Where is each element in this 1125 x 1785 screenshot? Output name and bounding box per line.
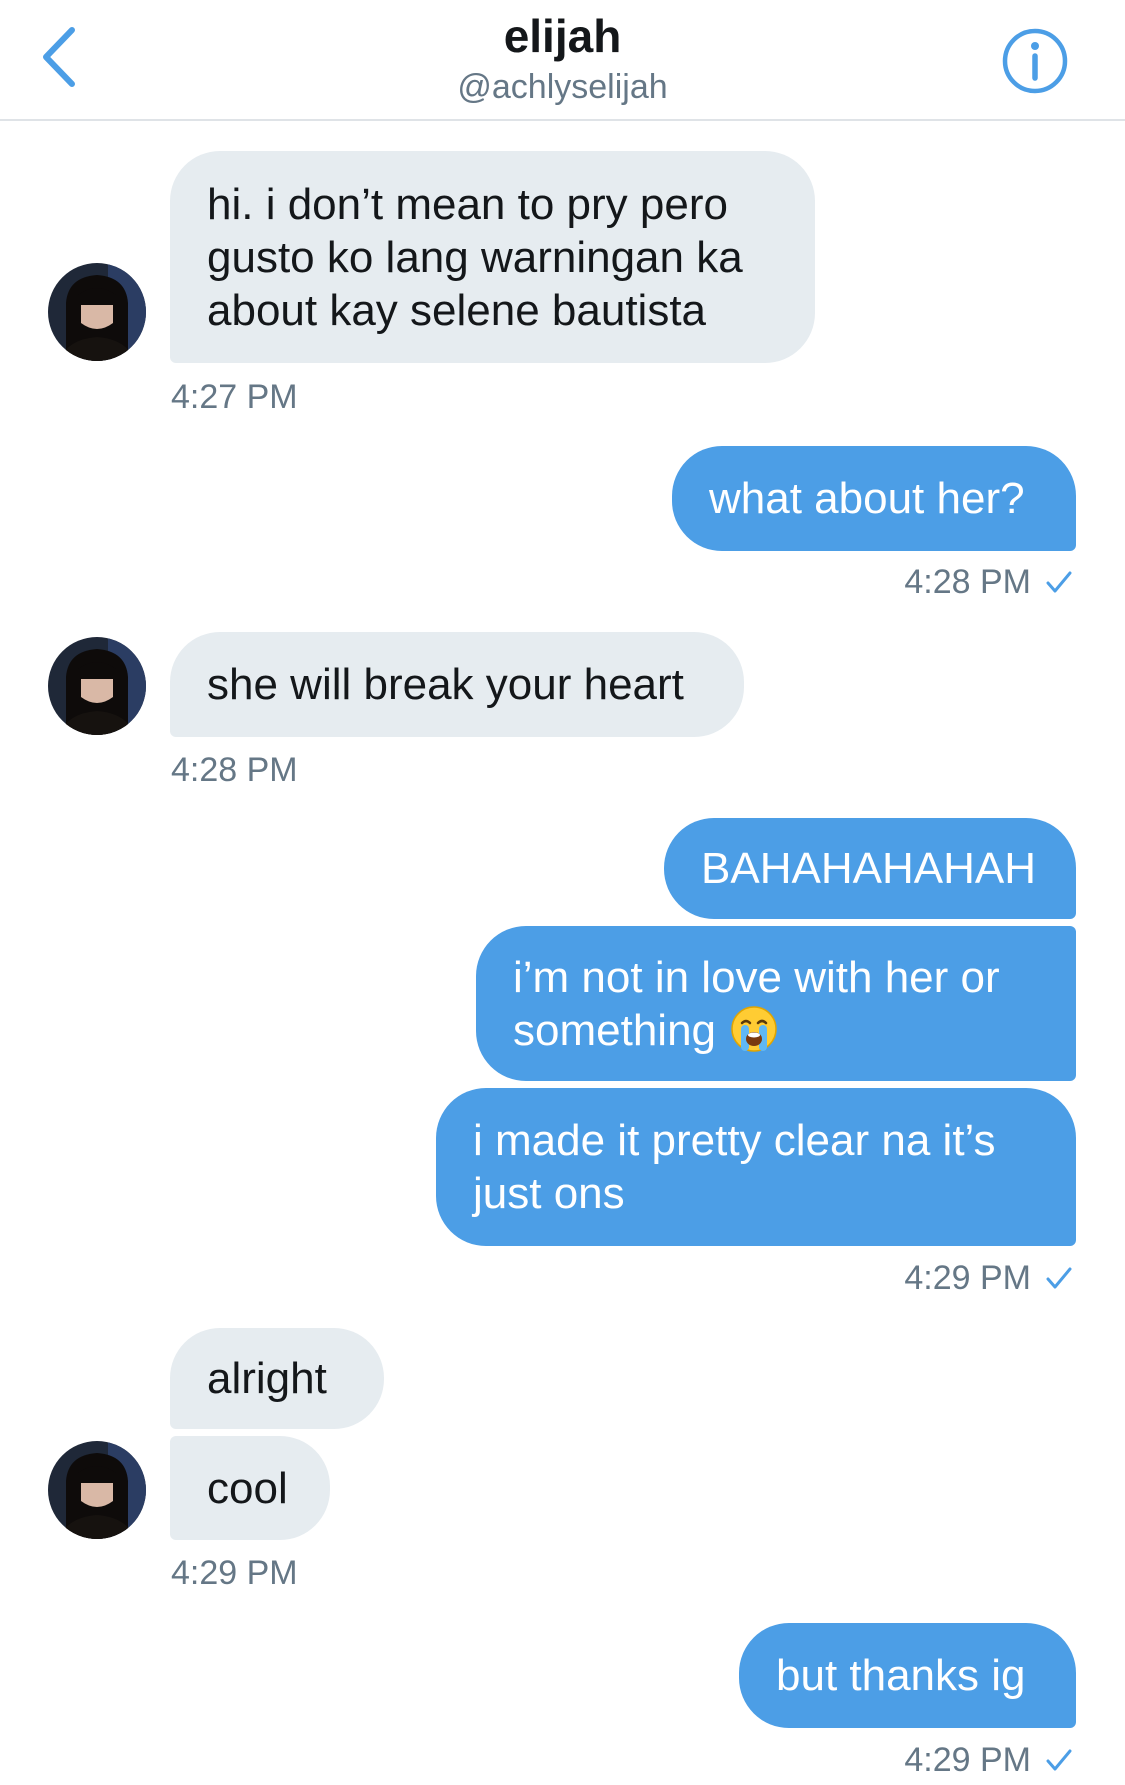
checkmark-icon: [1046, 1267, 1072, 1289]
outgoing-message[interactable]: i’m not in love with her or something: [476, 926, 1076, 1081]
info-icon: [1002, 28, 1068, 94]
message-timestamp: 4:27 PM: [171, 378, 298, 416]
avatar[interactable]: [48, 263, 146, 361]
incoming-message[interactable]: cool: [170, 1436, 330, 1540]
incoming-message[interactable]: hi. i don’t mean to pry pero gusto ko la…: [170, 151, 815, 363]
incoming-message[interactable]: she will break your heart: [170, 632, 744, 737]
message-timestamp: 4:29 PM: [171, 1554, 298, 1592]
message-timestamp: 4:29 PM: [904, 1741, 1031, 1779]
incoming-message[interactable]: alright: [170, 1328, 384, 1429]
loudly-crying-face-icon: [731, 1005, 777, 1052]
message-text: i’m not in love with her or something: [513, 952, 1000, 1055]
message-timestamp: 4:29 PM: [904, 1259, 1031, 1297]
message-timestamp-row: 4:28 PM: [904, 562, 1073, 602]
message-timestamp: 4:28 PM: [171, 751, 298, 789]
outgoing-message[interactable]: what about her?: [672, 446, 1076, 551]
conversation-title: elijah @achlyselijah: [0, 6, 1125, 108]
outgoing-message[interactable]: i made it pretty clear na it’s just ons: [436, 1088, 1076, 1246]
outgoing-message[interactable]: but thanks ig: [739, 1623, 1076, 1728]
message-timestamp-row: 4:29 PM: [904, 1258, 1073, 1298]
message-timestamp-row: 4:29 PM: [904, 1740, 1073, 1780]
conversation-handle: @achlyselijah: [457, 68, 668, 106]
avatar[interactable]: [48, 637, 146, 735]
checkmark-icon: [1046, 1749, 1072, 1771]
conversation-header: elijah @achlyselijah: [0, 0, 1125, 121]
checkmark-icon: [1046, 571, 1072, 593]
info-button[interactable]: [1000, 26, 1070, 96]
message-timestamp: 4:28 PM: [904, 563, 1031, 601]
avatar[interactable]: [48, 1441, 146, 1539]
outgoing-message[interactable]: BAHAHAHAHAH: [664, 818, 1076, 919]
conversation-name: elijah: [503, 10, 622, 62]
